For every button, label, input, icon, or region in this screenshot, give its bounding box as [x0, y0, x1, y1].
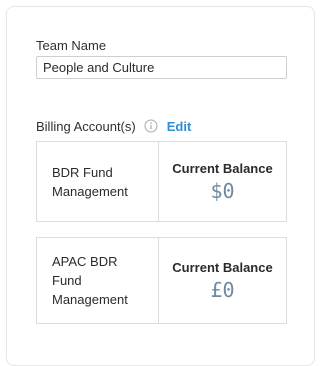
current-balance-value: £0 [210, 277, 235, 302]
edit-billing-link[interactable]: Edit [167, 119, 192, 134]
account-name: BDR Fund Management [37, 142, 159, 221]
team-name-input[interactable] [36, 56, 287, 79]
billing-accounts-label: Billing Account(s) [36, 118, 136, 134]
billing-accounts-header: Billing Account(s) Edit [36, 117, 191, 135]
billing-account-card: BDR Fund Management Current Balance $0 [36, 141, 287, 222]
account-balance-panel: Current Balance $0 [159, 142, 286, 221]
billing-account-card: APAC BDR Fund Management Current Balance… [36, 237, 287, 324]
team-name-label: Team Name [36, 38, 107, 53]
current-balance-label: Current Balance [172, 259, 273, 275]
account-name: APAC BDR Fund Management [37, 238, 159, 323]
current-balance-label: Current Balance [172, 160, 273, 176]
account-balance-panel: Current Balance £0 [159, 238, 286, 323]
current-balance-value: $0 [210, 178, 235, 203]
info-circle-icon[interactable] [144, 119, 158, 133]
